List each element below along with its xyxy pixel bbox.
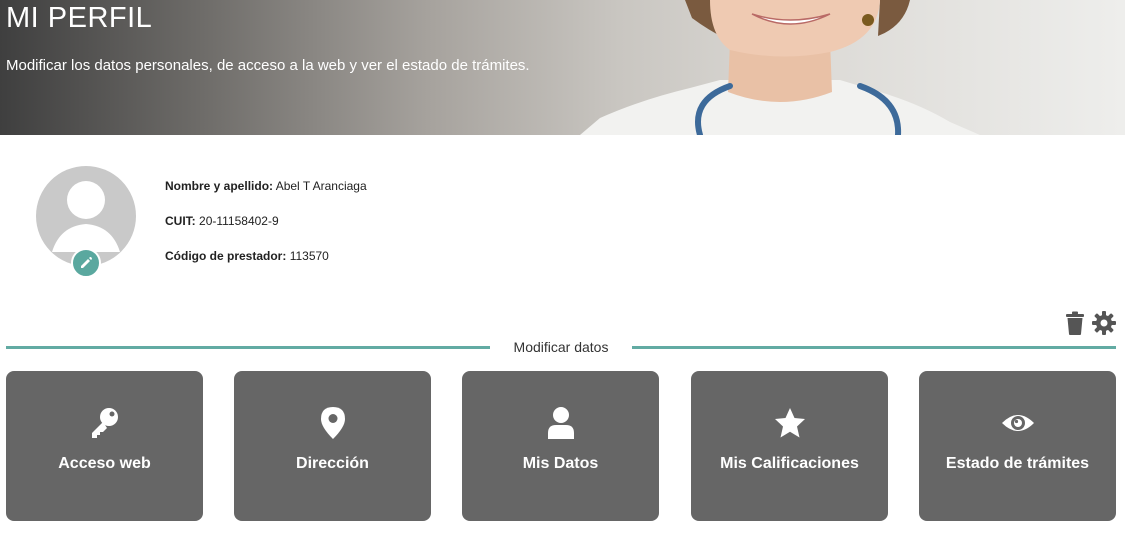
profile-info: Nombre y apellido: Abel T Aranciaga CUIT…: [165, 178, 367, 283]
map-pin-icon: [320, 407, 345, 439]
user-icon: [547, 407, 574, 439]
key-icon: [91, 408, 118, 438]
avatar-section: [36, 166, 136, 278]
card-label: Mis Datos: [522, 455, 599, 472]
trash-icon[interactable]: [1064, 311, 1086, 335]
profile-banner: MI PERFIL Modificar los datos personales…: [0, 0, 1125, 135]
page-subtitle: Modificar los datos personales, de acces…: [6, 57, 530, 74]
divider-right: [632, 346, 1116, 349]
code-value: 113570: [289, 249, 329, 263]
card-acceso-web[interactable]: Acceso web: [6, 371, 203, 521]
cuit-row: CUIT: 20-11158402-9: [165, 213, 367, 248]
divider-left: [6, 346, 490, 349]
name-value: Abel T Aranciaga: [275, 179, 367, 193]
star-icon: [774, 408, 805, 438]
card-estado-tramites[interactable]: Estado de trámites: [919, 371, 1116, 521]
card-direccion[interactable]: Dirección: [234, 371, 431, 521]
card-label: Dirección: [296, 455, 369, 472]
page-title: MI PERFIL: [6, 2, 153, 34]
card-label: Acceso web: [58, 455, 151, 472]
gear-icon[interactable]: [1092, 311, 1116, 335]
card-label: Mis Calificaciones: [720, 455, 859, 472]
code-row: Código de prestador: 113570: [165, 248, 367, 283]
doctor-photo: [580, 0, 980, 135]
cuit-value: 20-11158402-9: [199, 214, 279, 228]
name-label: Nombre y apellido:: [165, 179, 274, 193]
card-label: Estado de trámites: [945, 455, 1090, 472]
name-row: Nombre y apellido: Abel T Aranciaga: [165, 178, 367, 213]
edit-avatar-button[interactable]: [71, 248, 101, 278]
eye-icon: [1001, 415, 1034, 431]
cuit-label: CUIT:: [165, 214, 196, 228]
card-mis-datos[interactable]: Mis Datos: [462, 371, 659, 521]
pencil-icon: [81, 257, 92, 268]
code-label: Código de prestador:: [165, 249, 287, 263]
card-mis-calificaciones[interactable]: Mis Calificaciones: [691, 371, 888, 521]
section-title: Modificar datos: [513, 339, 609, 355]
